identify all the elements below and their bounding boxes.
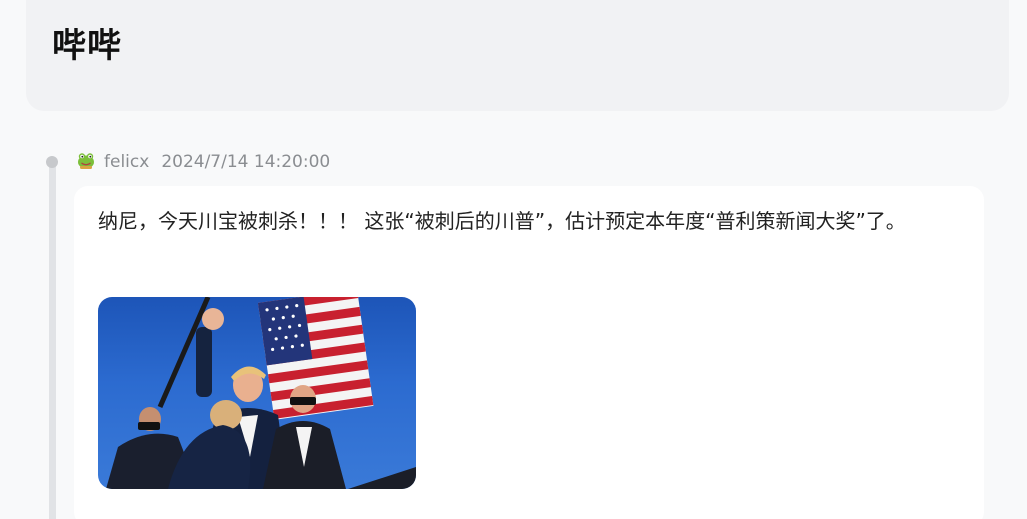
avatar[interactable] [76,150,104,175]
post-meta: felicx 2024/7/14 14:20:00 [76,150,330,174]
page-title: 哔哔 [52,26,122,66]
frog-avatar-icon [78,152,94,169]
post-timestamp: 2024/7/14 14:20:00 [161,152,331,172]
page: 哔哔 felicx 2024/7/14 14:20:00 纳尼，今天川宝被刺杀！… [0,0,1027,519]
news-photo [106,297,416,489]
timeline-dot [46,156,58,168]
header-card [26,0,1009,111]
post-image[interactable] [98,297,416,489]
timeline-line [49,162,56,519]
post-text: 纳尼，今天川宝被刺杀！！！ 这张“被刺后的川普”，估计预定本年度“普利策新闻大奖… [98,209,906,233]
author-name[interactable]: felicx [104,152,149,172]
